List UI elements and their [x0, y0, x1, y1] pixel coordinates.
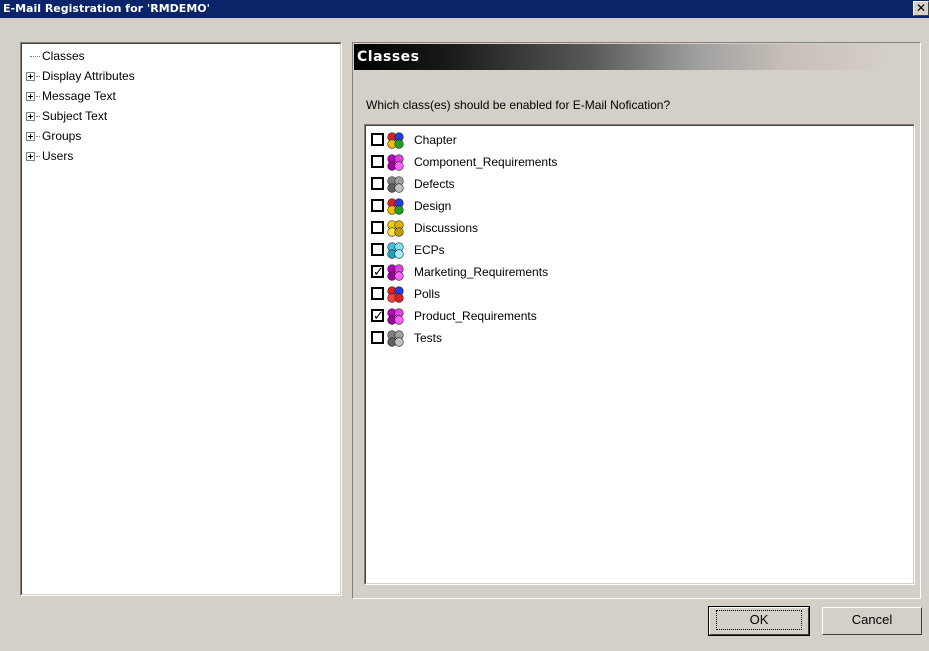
class-checkbox[interactable] [371, 221, 384, 234]
class-item-discussions[interactable]: Discussions [366, 217, 913, 239]
class-item-label: Tests [414, 331, 443, 345]
class-icon-cyan [387, 242, 404, 259]
class-item-tests[interactable]: Tests [366, 327, 913, 349]
tree-item-label: Subject Text [42, 109, 108, 123]
tree-item-label: Display Attributes [42, 69, 135, 83]
tree-item-display-attributes[interactable]: Display Attributes [22, 66, 340, 86]
cancel-button-label: Cancel [851, 612, 893, 627]
cancel-button[interactable]: Cancel [822, 607, 922, 635]
class-checkbox[interactable] [371, 306, 384, 328]
tree-item-users[interactable]: Users [22, 146, 340, 166]
class-icon-yellow [387, 220, 404, 237]
class-icon-multicolor [387, 132, 404, 149]
class-item-polls[interactable]: Polls [366, 283, 913, 305]
class-item-component_requirements[interactable]: Component_Requirements [366, 151, 913, 173]
class-checkbox[interactable] [371, 177, 384, 190]
class-item-chapter[interactable]: Chapter [366, 129, 913, 151]
class-list: Chapter Component_Requirements Defects Desi… [365, 125, 914, 584]
class-item-label: Design [414, 199, 452, 213]
tree-connector-line [30, 56, 40, 57]
expand-icon[interactable] [26, 132, 35, 141]
tree-item-groups[interactable]: Groups [22, 126, 340, 146]
class-checkbox[interactable] [371, 287, 384, 300]
close-icon[interactable]: ✕ [913, 1, 929, 16]
tree-list: Classes Display Attributes Message Text Sub… [22, 44, 340, 166]
class-item-label: Chapter [414, 133, 457, 147]
expand-icon[interactable] [26, 112, 35, 121]
tree-item-label: Users [42, 149, 74, 163]
tree-connector-line [36, 156, 40, 157]
class-item-marketing_requirements[interactable]: Marketing_Requirements [366, 261, 913, 284]
question-label: Which class(es) should be enabled for E-… [366, 98, 671, 112]
class-icon-gray [387, 330, 404, 347]
tree-item-subject-text[interactable]: Subject Text [22, 106, 340, 126]
class-icon-magenta [387, 154, 404, 171]
class-icon-multicolor [387, 198, 404, 215]
class-item-label: Product_Requirements [414, 309, 537, 323]
tree-item-classes[interactable]: Classes [22, 46, 340, 66]
tree-item-message-text[interactable]: Message Text [22, 86, 340, 106]
class-checkbox[interactable] [371, 243, 384, 256]
class-checkbox[interactable] [371, 133, 384, 146]
tree-item-label: Groups [42, 129, 82, 143]
ok-button[interactable]: OK [708, 606, 810, 636]
class-item-label: Polls [414, 287, 441, 301]
class-checkbox[interactable] [371, 262, 384, 284]
classes-panel: Classes Which class(es) should be enable… [352, 42, 921, 599]
class-icon-magenta [387, 308, 404, 325]
tree-connector-line [36, 76, 40, 77]
ok-button-label: OK [716, 610, 802, 630]
tree-connector-line [36, 96, 40, 97]
tree-connector-line [36, 136, 40, 137]
tree-item-label: Classes [42, 49, 85, 63]
expand-icon[interactable] [26, 152, 35, 161]
class-icon-gray [387, 176, 404, 193]
class-item-label: Defects [414, 177, 455, 191]
tree-item-label: Message Text [42, 89, 116, 103]
window-title: E-Mail Registration for 'RMDEMO' [3, 2, 210, 15]
tree-connector-line [36, 116, 40, 117]
title-bar[interactable]: E-Mail Registration for 'RMDEMO' ✕ [0, 0, 929, 18]
expand-icon[interactable] [26, 92, 35, 101]
class-item-defects[interactable]: Defects [366, 173, 913, 195]
class-item-design[interactable]: Design [366, 195, 913, 217]
expand-icon[interactable] [26, 72, 35, 81]
class-item-label: ECPs [414, 243, 445, 257]
class-checkbox[interactable] [371, 199, 384, 212]
class-item-product_requirements[interactable]: Product_Requirements [366, 305, 913, 328]
class-item-ecps[interactable]: ECPs [366, 239, 913, 261]
class-item-label: Component_Requirements [414, 155, 558, 169]
class-icon-magenta [387, 264, 404, 281]
class-item-label: Discussions [414, 221, 479, 235]
navigation-tree: Classes Display Attributes Message Text Sub… [20, 42, 342, 596]
class-item-label: Marketing_Requirements [414, 265, 549, 279]
class-list-box[interactable]: Chapter Component_Requirements Defects Desi… [364, 124, 915, 585]
class-icon-red-blue [387, 286, 404, 303]
class-checkbox[interactable] [371, 155, 384, 168]
panel-header: Classes [354, 44, 883, 70]
class-checkbox[interactable] [371, 331, 384, 344]
